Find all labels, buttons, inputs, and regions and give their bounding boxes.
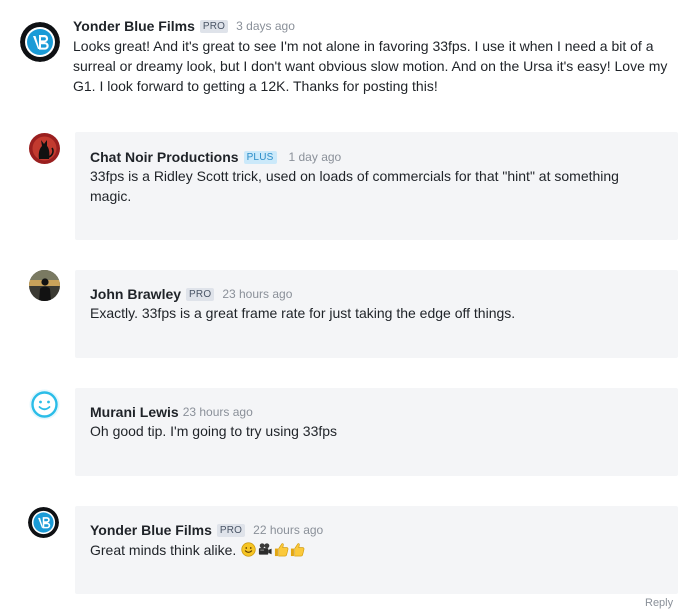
comment-text: 33fps is a Ridley Scott trick, used on l… (90, 168, 619, 204)
avatar[interactable] (20, 22, 60, 62)
timestamp[interactable]: 3 days ago (236, 19, 295, 33)
plus-badge: PLUS (243, 150, 277, 164)
pro-badge: PRO (199, 19, 229, 33)
comment-text: Great minds think alike. (90, 540, 660, 562)
comment-text-body: Great minds think alike. (90, 542, 237, 558)
thumbs-up-icon (290, 542, 305, 562)
author-name[interactable]: Yonder Blue Films (90, 522, 212, 538)
pro-badge: PRO (186, 287, 215, 301)
comment-text: Oh good tip. I'm going to try using 33fp… (90, 423, 338, 439)
timestamp[interactable]: 22 hours ago (253, 523, 323, 537)
comment-meta: Yonder Blue Films PRO 3 days ago (73, 18, 295, 34)
author-name[interactable]: Chat Noir Productions (90, 149, 239, 165)
thumbs-up-icon (274, 542, 289, 562)
timestamp[interactable]: 23 hours ago (183, 405, 253, 419)
movie-camera-icon (257, 542, 273, 562)
author-name[interactable]: John Brawley (90, 286, 181, 302)
comment-meta: Chat Noir Productions PLUS 1 day ago (90, 149, 341, 165)
pro-badge: PRO (216, 523, 246, 537)
comment-meta: John Brawley PRO 23 hours ago (90, 286, 292, 302)
yonder-blue-logo-icon (28, 507, 59, 538)
avatar[interactable] (29, 389, 60, 420)
timestamp[interactable]: 1 day ago (289, 150, 342, 164)
smiling-face-icon (241, 542, 256, 562)
comment-text: Exactly. 33fps is a great frame rate for… (90, 305, 516, 321)
black-cat-avatar-icon (29, 133, 60, 164)
default-smiley-avatar-icon (29, 389, 60, 420)
author-name[interactable]: Murani Lewis (90, 404, 179, 420)
person-silhouette-avatar-icon (29, 270, 60, 301)
timestamp[interactable]: 23 hours ago (222, 287, 292, 301)
comment-meta: Murani Lewis 23 hours ago (90, 404, 253, 420)
reply-link[interactable]: Reply (645, 597, 673, 609)
yonder-blue-logo-icon (20, 22, 60, 62)
comment: Yonder Blue Films PRO 3 days ago Looks g… (0, 0, 684, 110)
avatar[interactable] (29, 133, 60, 164)
author-name[interactable]: Yonder Blue Films (73, 18, 195, 34)
avatar[interactable] (28, 507, 59, 538)
comment-text: Looks great! And it's great to see I'm n… (73, 38, 668, 94)
avatar[interactable] (29, 270, 60, 301)
comment-meta: Yonder Blue Films PRO 22 hours ago (90, 522, 323, 538)
